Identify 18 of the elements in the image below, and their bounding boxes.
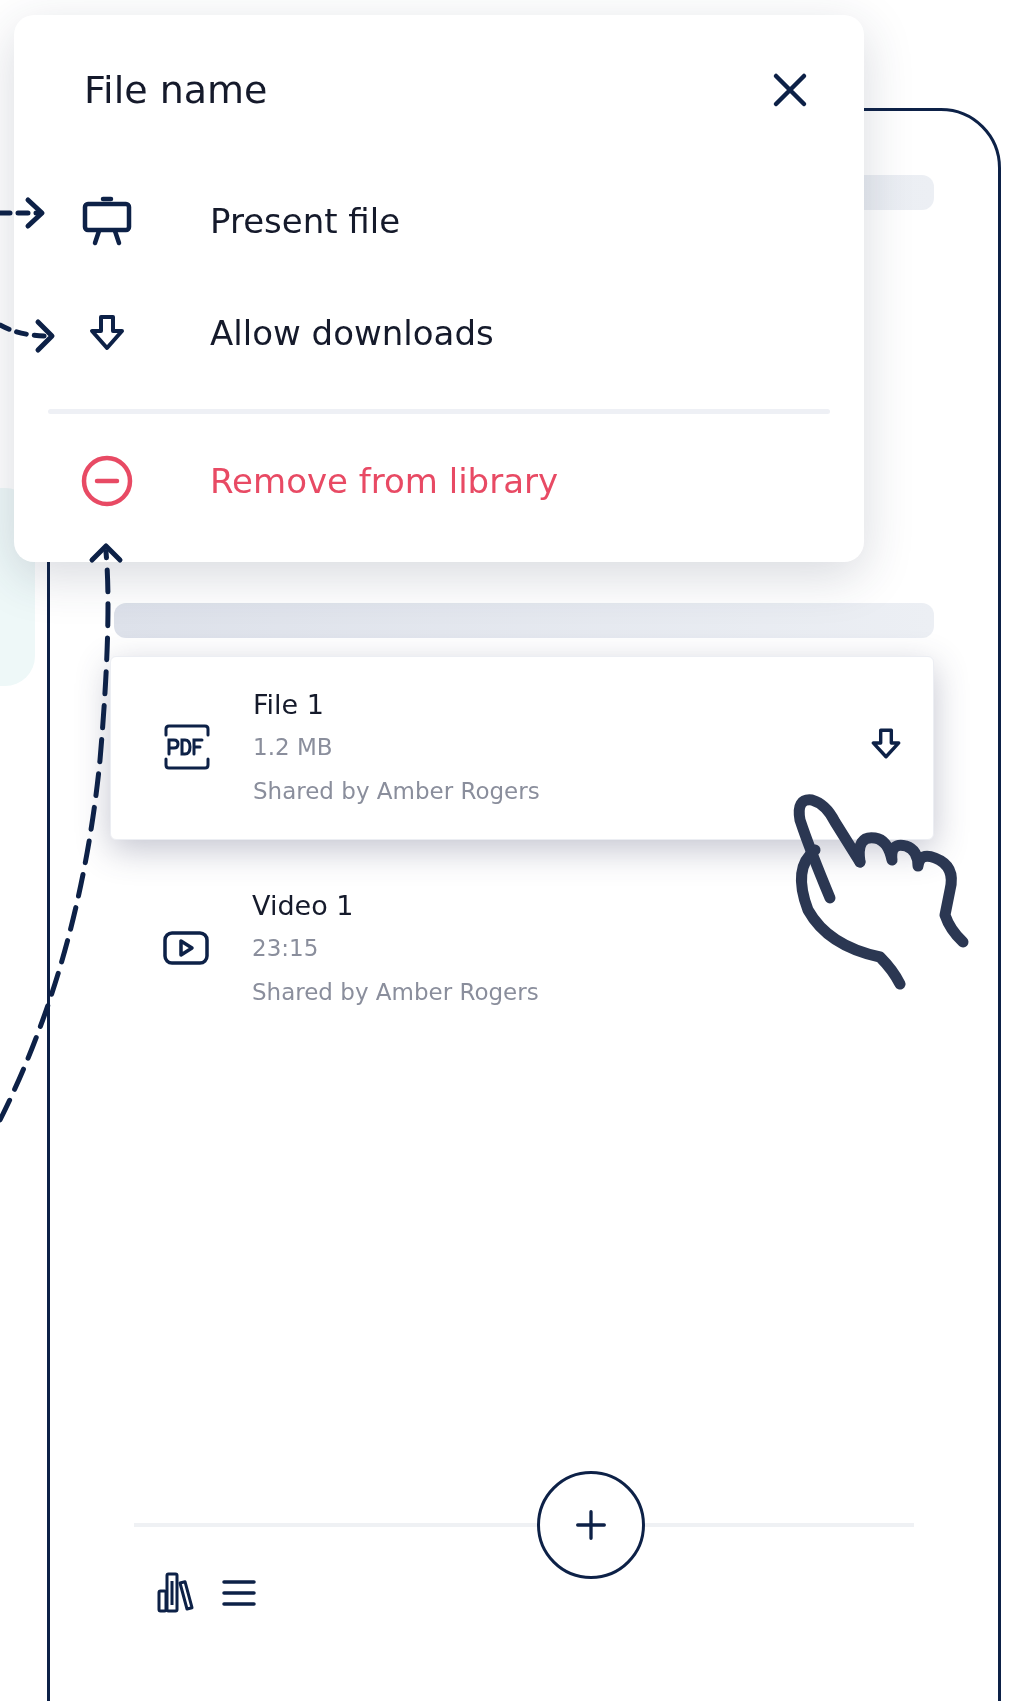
download-icon [87, 313, 127, 353]
file-item[interactable]: Video 1 23:15 Shared by Amber Rogers [110, 858, 934, 1040]
pdf-icon [163, 723, 211, 771]
file-name: Video 1 [252, 889, 355, 923]
menu-item[interactable]: Present file [48, 165, 401, 277]
menu-item[interactable]: Allow downloads [48, 277, 494, 389]
shared-by-text: Shared by Amber Rogers [253, 777, 541, 806]
menu-item[interactable]: Remove from library [48, 426, 559, 536]
file-name: File 1 [253, 688, 325, 722]
file-item[interactable]: File 1 1.2 MB Shared by Amber Rogers [110, 656, 934, 840]
file-meta: 23:15 [252, 934, 320, 963]
easel-icon [81, 195, 133, 247]
file-meta: 1.2 MB [253, 733, 334, 762]
shared-by-text: Shared by Amber Rogers [252, 978, 540, 1007]
menu-title: File name [84, 68, 268, 112]
menu-icon[interactable] [222, 1578, 256, 1608]
download-icon[interactable] [869, 727, 903, 761]
minus-circle-icon [79, 453, 135, 509]
